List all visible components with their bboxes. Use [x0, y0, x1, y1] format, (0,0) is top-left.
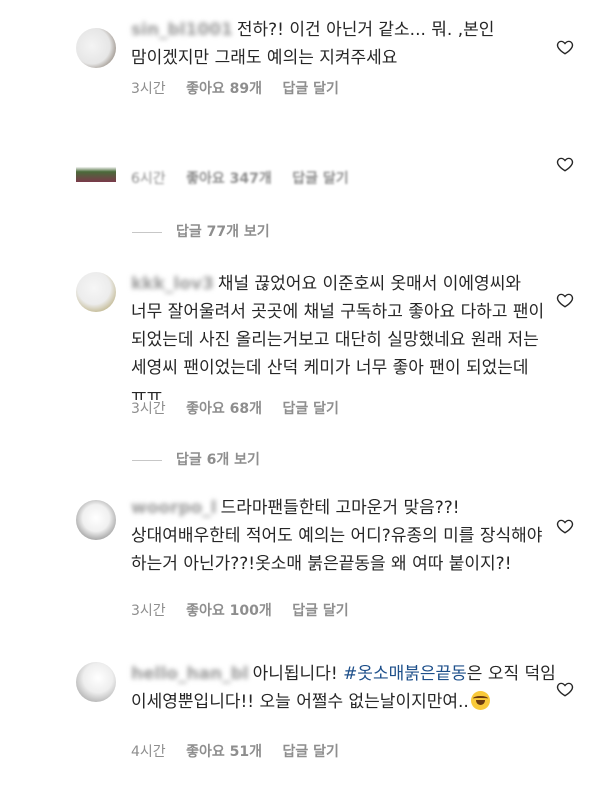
like-count[interactable]: 좋아요 100개 [186, 603, 272, 619]
comment-username[interactable]: kkk_lov3 [131, 270, 214, 298]
reply-button[interactable]: 답글 달기 [292, 171, 348, 184]
comment-text: woorpo_l 드라마팬들한테 고마운거 맞음??!상대여배우한테 적어도 예의… [131, 494, 556, 578]
like-count[interactable]: 좋아요 51개 [186, 744, 262, 760]
like-count[interactable]: 좋아요 347개 [186, 171, 272, 184]
comment-time: 3시간 [131, 401, 166, 417]
view-replies-button[interactable]: 답글 77개 보기 [132, 223, 270, 241]
heart-icon[interactable] [556, 155, 574, 173]
avatar[interactable] [76, 500, 116, 540]
heart-icon[interactable] [556, 291, 574, 309]
comment-username[interactable]: sin_bl1001 [131, 16, 233, 44]
comment-username[interactable]: woorpo_l [131, 494, 217, 522]
comment-meta: 4시간 좋아요 51개 답글 달기 [131, 743, 355, 761]
view-replies-label: 답글 77개 보기 [176, 224, 270, 240]
comment-time: 3시간 [131, 81, 166, 97]
reply-button[interactable]: 답글 달기 [282, 401, 338, 417]
like-count[interactable]: 좋아요 68개 [186, 401, 262, 417]
reply-button[interactable]: 답글 달기 [282, 81, 338, 97]
divider-line [132, 459, 162, 461]
avatar[interactable] [76, 28, 116, 68]
comment-meta: 3시간 좋아요 100개 답글 달기 [131, 602, 365, 620]
comment-meta: 3시간 좋아요 89개 답글 달기 [131, 80, 355, 98]
comment-username[interactable]: hello_han_bl [131, 660, 249, 688]
view-replies-button[interactable]: 답글 6개 보기 [132, 451, 260, 469]
comment-time: 3시간 [131, 603, 166, 619]
heart-icon[interactable] [556, 680, 574, 698]
comment-meta: 3시간 좋아요 68개 답글 달기 [131, 400, 355, 418]
view-replies-label: 답글 6개 보기 [176, 452, 260, 468]
like-count[interactable]: 좋아요 89개 [186, 81, 262, 97]
heart-icon[interactable] [556, 38, 574, 56]
laughing-emoji-icon [470, 691, 490, 710]
avatar[interactable] [76, 148, 116, 182]
reply-button[interactable]: 답글 달기 [282, 744, 338, 760]
avatar[interactable] [76, 272, 116, 312]
comment-text: kkk_lov3 채널 끊었어요 이준호씨 옷매서 이에영씨와 너무 잘어울려서 … [131, 270, 556, 410]
divider-line [132, 231, 162, 233]
heart-icon[interactable] [556, 517, 574, 535]
comment-time: 6시간 [131, 171, 166, 184]
reply-button[interactable]: 답글 달기 [292, 603, 348, 619]
hashtag-link[interactable]: #옷소매붉은끝동 [343, 664, 467, 684]
comment-text: sin_bl1001 전하?! 이건 아닌거 같소... 뭐. ,본인 맘이겠지만… [131, 16, 556, 72]
avatar[interactable] [76, 662, 116, 702]
comment-text: hello_han_bl 아니됩니다! #옷소매붉은끝동은 오직 덕임 이세영뿐입… [131, 660, 556, 716]
comment-body-start: 아니됩니다! [252, 664, 338, 684]
comment-time: 4시간 [131, 744, 166, 760]
comment-meta: 6시간 좋아요 347개 답글 달기 [131, 170, 365, 184]
